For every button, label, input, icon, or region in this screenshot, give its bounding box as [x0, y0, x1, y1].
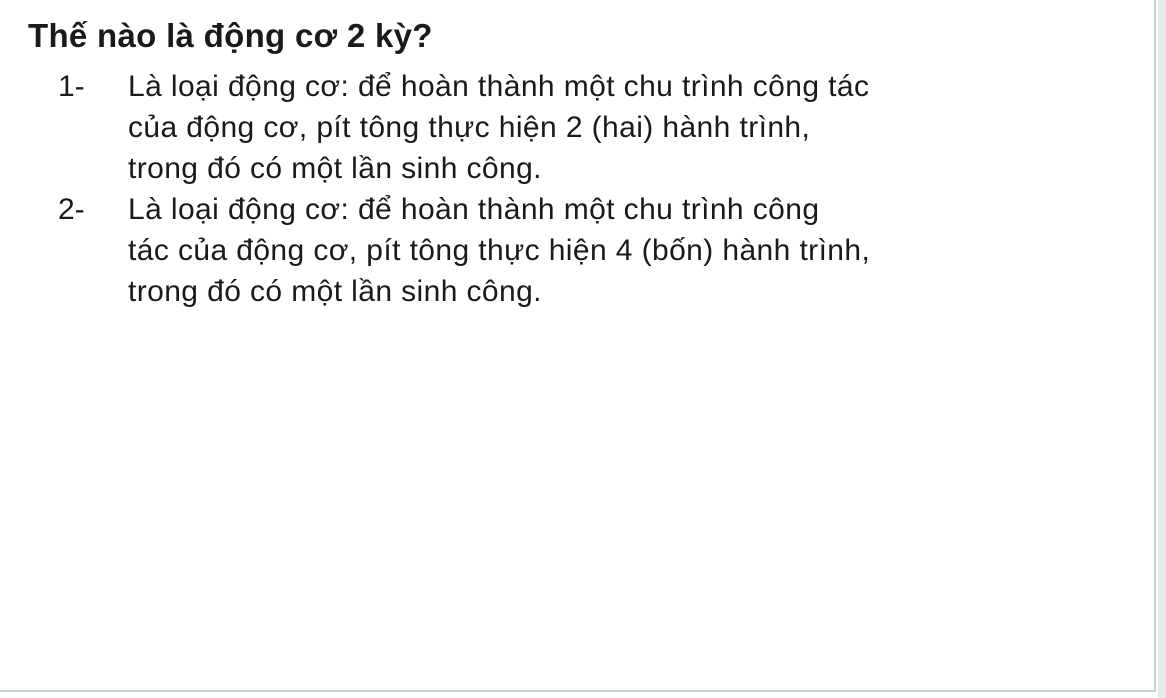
window-edge — [1158, 0, 1166, 698]
answer-option-2[interactable]: 2- Là loại động cơ: để hoàn thành một ch… — [58, 189, 1138, 312]
answer-list: 1- Là loại động cơ: để hoàn thành một ch… — [58, 66, 1138, 312]
answer-option-1[interactable]: 1- Là loại động cơ: để hoàn thành một ch… — [58, 66, 1138, 189]
answer-number: 1- — [58, 70, 85, 103]
answer-number: 2- — [58, 193, 85, 226]
answer-text: Là loại động cơ: để hoàn thành một chu t… — [128, 193, 871, 308]
answer-text: Là loại động cơ: để hoàn thành một chu t… — [128, 70, 870, 185]
question-card: Thế nào là động cơ 2 kỳ? 1- Là loại động… — [0, 0, 1156, 692]
question-title: Thế nào là động cơ 2 kỳ? — [28, 17, 433, 54]
